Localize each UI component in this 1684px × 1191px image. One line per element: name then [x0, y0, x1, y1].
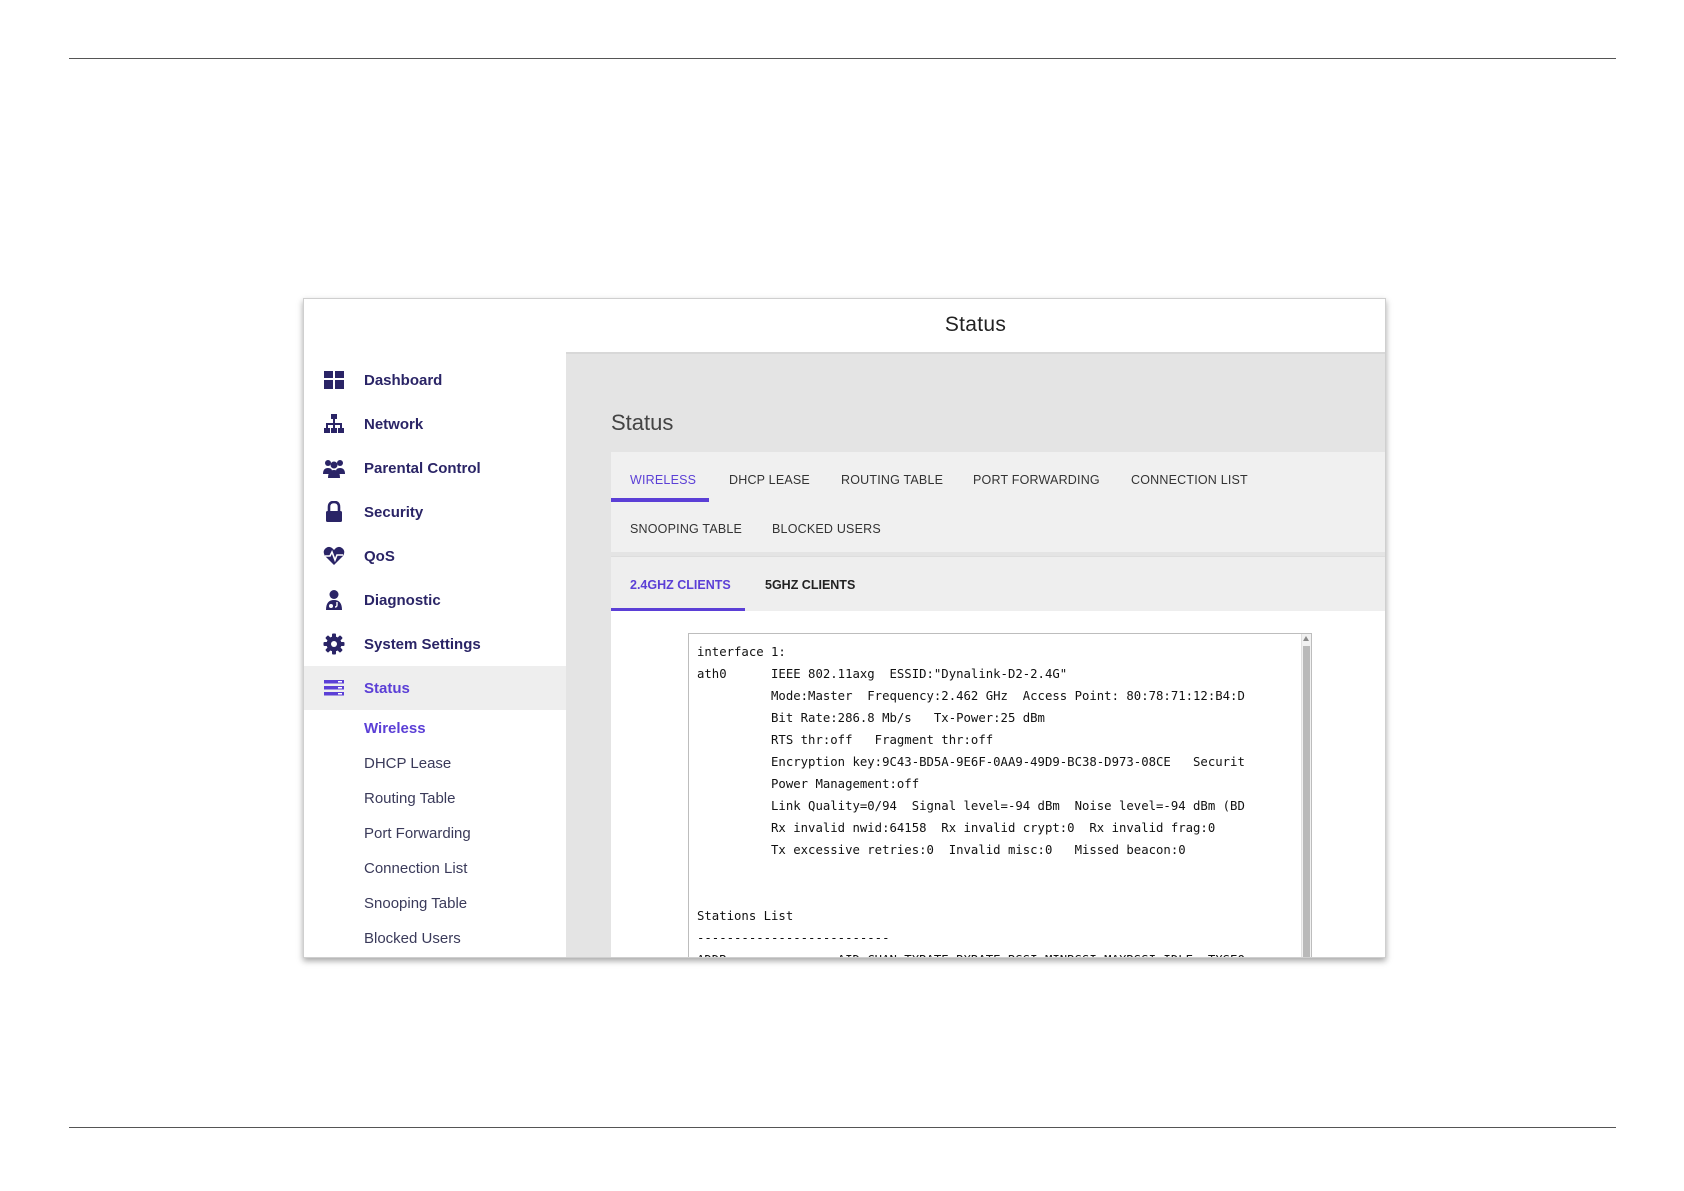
sidebar-item-diagnostic[interactable]: Diagnostic	[304, 578, 566, 622]
window-title: Status	[944, 313, 1007, 336]
sidebar-item-dashboard[interactable]: Dashboard	[304, 358, 566, 402]
sidebar-subitem-connection-list[interactable]: Connection List	[364, 860, 467, 877]
status-output-text: interface 1: ath0 IEEE 802.11axg ESSID:"…	[697, 645, 1245, 957]
sidebar-item-qos[interactable]: QoS	[304, 534, 566, 578]
output-scrollbar[interactable]	[1301, 634, 1311, 957]
diagnostic-icon	[323, 589, 345, 611]
sidebar-item-security[interactable]: Security	[304, 490, 566, 534]
tab-snooping-table[interactable]: SNOOPING TABLE	[630, 522, 742, 536]
sidebar-subitem-port-forwarding[interactable]: Port Forwarding	[364, 825, 471, 842]
sidebar-item-network[interactable]: Network	[304, 402, 566, 446]
window-header: Status	[566, 299, 1385, 354]
sidebar-item-label: Dashboard	[364, 371, 443, 389]
sidebar-item-label: Parental Control	[364, 459, 481, 477]
sidebar-item-label: Security	[364, 503, 424, 521]
tab-2-4ghz-clients[interactable]: 2.4GHZ CLIENTS	[630, 578, 731, 592]
tab-connection-list[interactable]: CONNECTION LIST	[1131, 473, 1248, 487]
status-tabs: WIRELESS DHCP LEASE ROUTING TABLE PORT F…	[611, 452, 1385, 552]
tab-wireless[interactable]: WIRELESS	[630, 473, 696, 487]
sidebar-subitem-blocked-users[interactable]: Blocked Users	[364, 930, 461, 947]
dashboard-icon	[323, 369, 345, 391]
top-divider	[69, 58, 1616, 59]
sidebar-subitem-snooping-table[interactable]: Snooping Table	[364, 895, 467, 912]
router-admin-window: Status Dashboard Network Parental Contro…	[303, 298, 1386, 958]
sidebar-item-system-settings[interactable]: System Settings	[304, 622, 566, 666]
network-icon	[323, 413, 345, 435]
sidebar-item-label: QoS	[364, 547, 395, 565]
wireless-status-output[interactable]: interface 1: ath0 IEEE 802.11axg ESSID:"…	[688, 633, 1312, 957]
main-content: Status WIRELESS DHCP LEASE ROUTING TABLE…	[566, 354, 1385, 957]
band-tabs: 2.4GHZ CLIENTS 5GHZ CLIENTS	[611, 556, 1385, 612]
sidebar-subitem-dhcp-lease[interactable]: DHCP Lease	[364, 755, 451, 772]
sidebar-item-status[interactable]: Status	[304, 666, 566, 710]
tab-routing-table[interactable]: ROUTING TABLE	[841, 473, 943, 487]
sidebar: Dashboard Network Parental Control Secur…	[304, 353, 566, 957]
lock-icon	[323, 501, 345, 523]
page-title: Status	[611, 410, 674, 435]
tab-port-forwarding[interactable]: PORT FORWARDING	[973, 473, 1100, 487]
bottom-divider	[69, 1127, 1616, 1128]
scroll-thumb[interactable]	[1303, 646, 1310, 957]
sidebar-item-label: Status	[364, 679, 410, 697]
sidebar-item-parental-control[interactable]: Parental Control	[304, 446, 566, 490]
clients-panel: interface 1: ath0 IEEE 802.11axg ESSID:"…	[611, 611, 1385, 957]
scroll-up-arrow-icon[interactable]	[1303, 636, 1309, 641]
active-tab-indicator	[611, 498, 709, 502]
sidebar-subitem-routing-table[interactable]: Routing Table	[364, 790, 455, 807]
heartbeat-icon	[323, 545, 345, 567]
tab-dhcp-lease[interactable]: DHCP LEASE	[729, 473, 810, 487]
tab-5ghz-clients[interactable]: 5GHZ CLIENTS	[765, 578, 855, 592]
parental-control-icon	[323, 457, 345, 479]
sidebar-item-label: Diagnostic	[364, 591, 441, 609]
sidebar-subitem-wireless[interactable]: Wireless	[364, 720, 426, 737]
status-icon	[323, 677, 345, 699]
gear-icon	[323, 633, 345, 655]
tab-blocked-users[interactable]: BLOCKED USERS	[772, 522, 881, 536]
sidebar-item-label: System Settings	[364, 635, 481, 653]
sidebar-item-label: Network	[364, 415, 424, 433]
